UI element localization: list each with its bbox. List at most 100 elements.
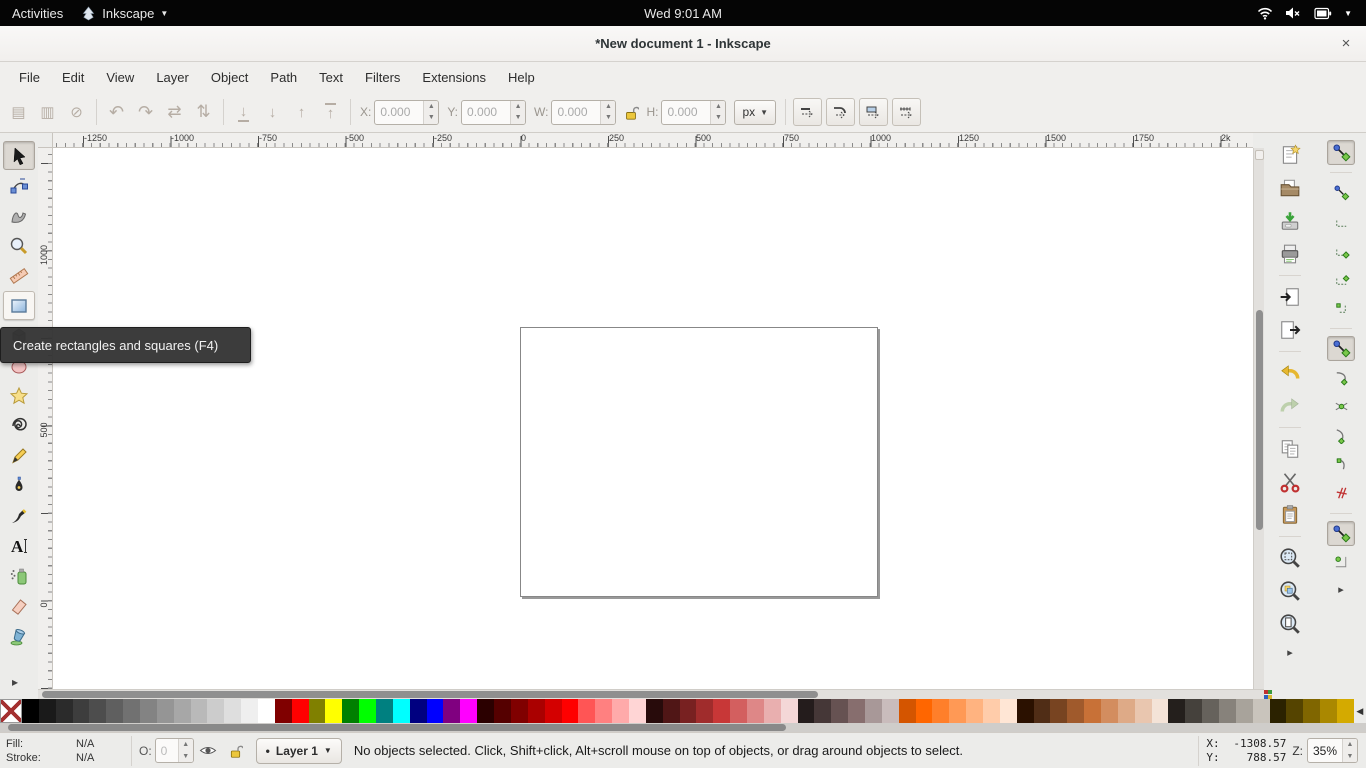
rotate-cw-icon[interactable]: ↷ xyxy=(131,98,160,126)
snap-page-border-toggle[interactable] xyxy=(1327,550,1355,575)
new-document-button[interactable] xyxy=(1275,140,1305,170)
raise-icon[interactable]: ↑ xyxy=(287,98,316,126)
tool-bezier-pen[interactable] xyxy=(3,471,35,500)
w-input[interactable] xyxy=(552,101,600,124)
tool-selector[interactable] xyxy=(3,141,35,170)
select-all-icon[interactable]: ▤ xyxy=(4,98,33,126)
undo-button[interactable] xyxy=(1275,358,1305,388)
snap-smooth-nodes-toggle[interactable] xyxy=(1327,452,1355,477)
tool-tweak[interactable] xyxy=(3,201,35,230)
palette-swatch[interactable] xyxy=(427,699,444,723)
sticky-zoom-button[interactable] xyxy=(1255,150,1264,160)
palette-swatch[interactable] xyxy=(241,699,258,723)
redo-button[interactable] xyxy=(1275,391,1305,421)
affect-scale-corners-toggle[interactable] xyxy=(826,98,855,126)
palette-swatch[interactable] xyxy=(646,699,663,723)
current-layer-dropdown[interactable]: • Layer 1 ▼ xyxy=(256,738,342,764)
palette-swatch[interactable] xyxy=(207,699,224,723)
snap-cusp-nodes-toggle[interactable] xyxy=(1327,423,1355,448)
tool-spiral[interactable] xyxy=(3,411,35,440)
palette-swatch[interactable] xyxy=(747,699,764,723)
palette-none-swatch[interactable] xyxy=(0,699,22,723)
palette-swatch[interactable] xyxy=(123,699,140,723)
palette-swatch[interactable] xyxy=(477,699,494,723)
palette-swatch[interactable] xyxy=(410,699,427,723)
palette-swatch[interactable] xyxy=(814,699,831,723)
palette-swatch[interactable] xyxy=(1084,699,1101,723)
palette-swatch[interactable] xyxy=(545,699,562,723)
menu-layer[interactable]: Layer xyxy=(145,66,200,89)
vertical-ruler[interactable]: 10005000 xyxy=(38,148,53,689)
palette-swatch[interactable] xyxy=(342,699,359,723)
flip-vertical-icon[interactable]: ⇅ xyxy=(189,98,218,126)
snap-bbox-centers-toggle[interactable] xyxy=(1327,296,1355,321)
palette-swatch[interactable] xyxy=(393,699,410,723)
palette-swatch[interactable] xyxy=(1337,699,1354,723)
palette-scrollbar-thumb[interactable] xyxy=(8,724,786,731)
palette-swatch[interactable] xyxy=(106,699,123,723)
palette-swatch[interactable] xyxy=(258,699,275,723)
palette-swatch[interactable] xyxy=(781,699,798,723)
layer-visibility-eye-icon[interactable] xyxy=(197,743,219,758)
commands-expander-icon[interactable]: ▸ xyxy=(1287,646,1293,659)
zoom-input[interactable] xyxy=(1308,739,1342,762)
raise-to-top-icon[interactable]: ↑ xyxy=(316,98,345,126)
horizontal-scrollbar[interactable] xyxy=(38,689,1264,699)
select-all-layers-icon[interactable]: ▥ xyxy=(33,98,62,126)
zoom-to-page-button[interactable] xyxy=(1275,609,1305,639)
h-input[interactable] xyxy=(662,101,710,124)
menu-file[interactable]: File xyxy=(8,66,51,89)
horizontal-ruler[interactable]: -1250-1000-750-500-250025050075010001250… xyxy=(53,133,1253,148)
palette-swatch[interactable] xyxy=(174,699,191,723)
palette-swatch[interactable] xyxy=(949,699,966,723)
palette-swatch[interactable] xyxy=(191,699,208,723)
x-input[interactable] xyxy=(375,101,423,124)
palette-swatch[interactable] xyxy=(713,699,730,723)
close-window-button[interactable]: × xyxy=(1336,34,1356,54)
palette-swatch[interactable] xyxy=(983,699,1000,723)
palette-swatch[interactable] xyxy=(1017,699,1034,723)
snap-expander-icon[interactable]: ▸ xyxy=(1338,583,1344,596)
palette-swatch[interactable] xyxy=(1270,699,1287,723)
opacity-input[interactable] xyxy=(156,739,178,762)
palette-swatch[interactable] xyxy=(882,699,899,723)
import-button[interactable] xyxy=(1275,282,1305,312)
menu-extensions[interactable]: Extensions xyxy=(411,66,497,89)
palette-swatch[interactable] xyxy=(292,699,309,723)
palette-swatch[interactable] xyxy=(595,699,612,723)
menu-object[interactable]: Object xyxy=(200,66,260,89)
menu-view[interactable]: View xyxy=(95,66,145,89)
palette-swatch[interactable] xyxy=(1185,699,1202,723)
menu-text[interactable]: Text xyxy=(308,66,354,89)
affect-move-gradients-toggle[interactable] xyxy=(859,98,888,126)
export-button[interactable] xyxy=(1275,315,1305,345)
palette-swatch[interactable] xyxy=(359,699,376,723)
tool-rectangle[interactable] xyxy=(3,291,35,320)
fill-stroke-indicator[interactable]: Fill:N/A Stroke:N/A xyxy=(6,737,124,765)
ruler-corner[interactable] xyxy=(38,133,53,148)
copy-button[interactable] xyxy=(1275,434,1305,464)
spin-arrows[interactable]: ▲▼ xyxy=(178,739,193,762)
zoom-to-selection-button[interactable] xyxy=(1275,543,1305,573)
tool-spray[interactable] xyxy=(3,561,35,590)
palette-swatch[interactable] xyxy=(1050,699,1067,723)
menu-help[interactable]: Help xyxy=(497,66,546,89)
opacity-spinbox[interactable]: ▲▼ xyxy=(155,738,194,763)
open-button[interactable] xyxy=(1275,173,1305,203)
flip-horizontal-icon[interactable]: ⇄ xyxy=(160,98,189,126)
lower-icon[interactable]: ↓ xyxy=(258,98,287,126)
palette-swatch[interactable] xyxy=(140,699,157,723)
palette-swatch[interactable] xyxy=(1034,699,1051,723)
tool-zoom[interactable] xyxy=(3,231,35,260)
palette-swatch[interactable] xyxy=(562,699,579,723)
palette-swatch[interactable] xyxy=(831,699,848,723)
vertical-scrollbar[interactable] xyxy=(1253,148,1264,689)
toolbox-expander-icon[interactable]: ▸ xyxy=(12,675,18,689)
titlebar[interactable]: *New document 1 - Inkscape × xyxy=(0,26,1366,62)
palette-swatch[interactable] xyxy=(224,699,241,723)
palette-swatch[interactable] xyxy=(22,699,39,723)
snap-enable-toggle[interactable] xyxy=(1327,140,1355,165)
rotate-ccw-icon[interactable]: ↶ xyxy=(102,98,131,126)
tool-pencil[interactable] xyxy=(3,441,35,470)
palette-swatch[interactable] xyxy=(680,699,697,723)
